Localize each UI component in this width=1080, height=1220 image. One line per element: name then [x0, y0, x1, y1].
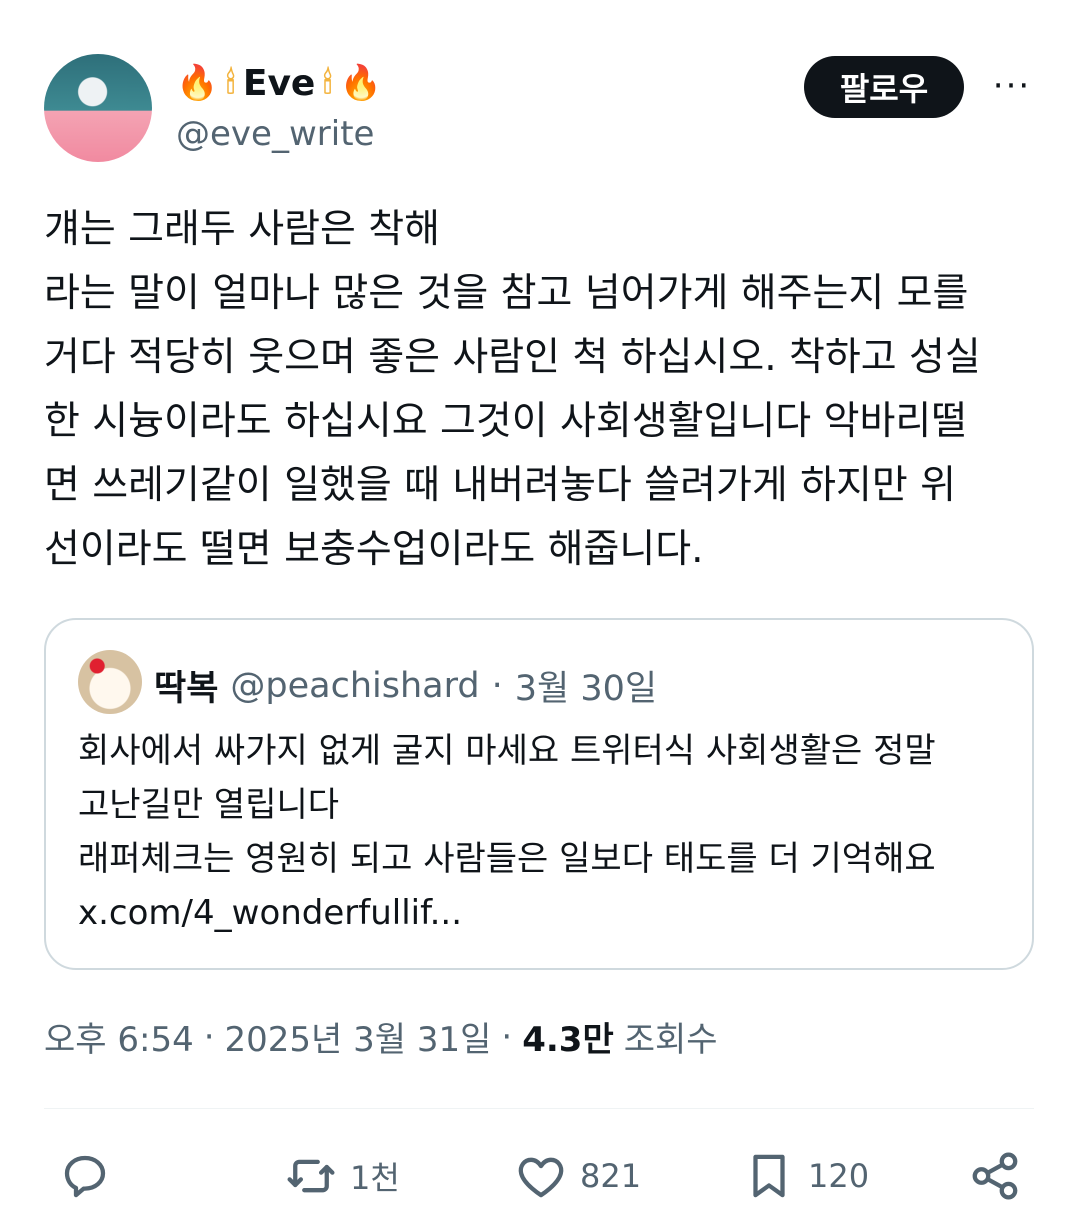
- share-button[interactable]: [968, 1148, 1022, 1204]
- quoted-line: 고난길만 열립니다: [78, 785, 340, 825]
- retweet-count: 1천: [350, 1159, 400, 1197]
- author-name-row[interactable]: 🔥 🕯 Eve 🕯 🔥: [176, 58, 382, 108]
- bookmark-button[interactable]: 120: [742, 1148, 869, 1204]
- quoted-author-name: 딱복: [154, 669, 219, 709]
- bookmark-icon: [753, 1154, 785, 1198]
- share-icon: [972, 1152, 1018, 1200]
- more-options-icon[interactable]: ···: [990, 66, 1034, 106]
- divider: [44, 1108, 1034, 1109]
- tweet-line: 라는 말이 얼마나 많은 것을 참고 넘어가게 해주는지 모를: [44, 271, 969, 316]
- quoted-author-avatar: [78, 650, 142, 714]
- like-count: 821: [580, 1157, 642, 1195]
- tweet-line: 면 쓰레기같이 일했을 때 내버려놓다 쓸려가게 하지만 위: [44, 463, 957, 508]
- quoted-tweet-date: 3월 30일: [514, 669, 658, 709]
- retweet-button[interactable]: 1천: [284, 1148, 400, 1204]
- tweet-line: 한 시늉이라도 하십시요 그것이 사회생활입니다 악바리떨: [44, 399, 968, 444]
- reply-button[interactable]: [58, 1148, 124, 1204]
- tweet-line: 선이라도 떨면 보충수업이라도 해줍니다.: [44, 527, 704, 572]
- reply-icon: [64, 1155, 106, 1198]
- quoted-line: 회사에서 싸가지 없게 굴지 마세요 트위터식 사회생활은 정말: [78, 731, 936, 771]
- follow-button[interactable]: 팔로우: [804, 56, 964, 118]
- tweet-meta: 오후 6:54 · 2025년 3월 31일 · 4.3만 조회수: [44, 1012, 718, 1061]
- quoted-link[interactable]: x.com/4_wonderfullif...: [78, 886, 1008, 940]
- tweet-date[interactable]: 2025년 3월 31일: [225, 1012, 492, 1061]
- separator-dot: ·: [501, 1016, 513, 1057]
- separator-dot: ·: [203, 1016, 215, 1057]
- views-count: 4.3만: [522, 1020, 614, 1060]
- like-button[interactable]: 821: [514, 1148, 641, 1204]
- tweet-text: 걔는 그래두 사람은 착해 라는 말이 얼마나 많은 것을 참고 넘어가게 해주…: [44, 198, 1034, 582]
- quoted-tweet[interactable]: 딱복 @peachishard · 3월 30일 회사에서 싸가지 없게 굴지 …: [44, 618, 1034, 970]
- fire-icon: 🔥: [339, 63, 383, 103]
- tweet-line: 거다 적당히 웃으며 좋은 사람인 척 하십시오. 착하고 성실: [44, 335, 981, 380]
- author-display-name[interactable]: Eve: [243, 63, 315, 104]
- bookmark-count: 120: [808, 1157, 870, 1195]
- separator-dot: ·: [491, 665, 503, 706]
- author-handle[interactable]: @eve_write: [176, 114, 374, 154]
- author-avatar[interactable]: [44, 54, 152, 162]
- quoted-tweet-text: 회사에서 싸가지 없게 굴지 마세요 트위터식 사회생활은 정말 고난길만 열립…: [78, 724, 1008, 940]
- tweet-line: 걔는 그래두 사람은 착해: [44, 207, 440, 252]
- tweet-time[interactable]: 오후 6:54: [44, 1012, 194, 1061]
- quoted-author-handle: @peachishard: [230, 665, 480, 706]
- quoted-tweet-header: 딱복 @peachishard · 3월 30일: [154, 660, 657, 711]
- quoted-line: 래퍼체크는 영원히 되고 사람들은 일보다 태도를 더 기억해요: [78, 839, 936, 879]
- retweet-icon: [287, 1159, 335, 1193]
- fire-icon: 🔥: [176, 63, 219, 103]
- views-label: 조회수: [623, 1020, 718, 1060]
- heart-icon: [518, 1157, 564, 1198]
- candle-icon: 🕯: [226, 65, 235, 101]
- candle-icon: 🕯: [323, 65, 332, 101]
